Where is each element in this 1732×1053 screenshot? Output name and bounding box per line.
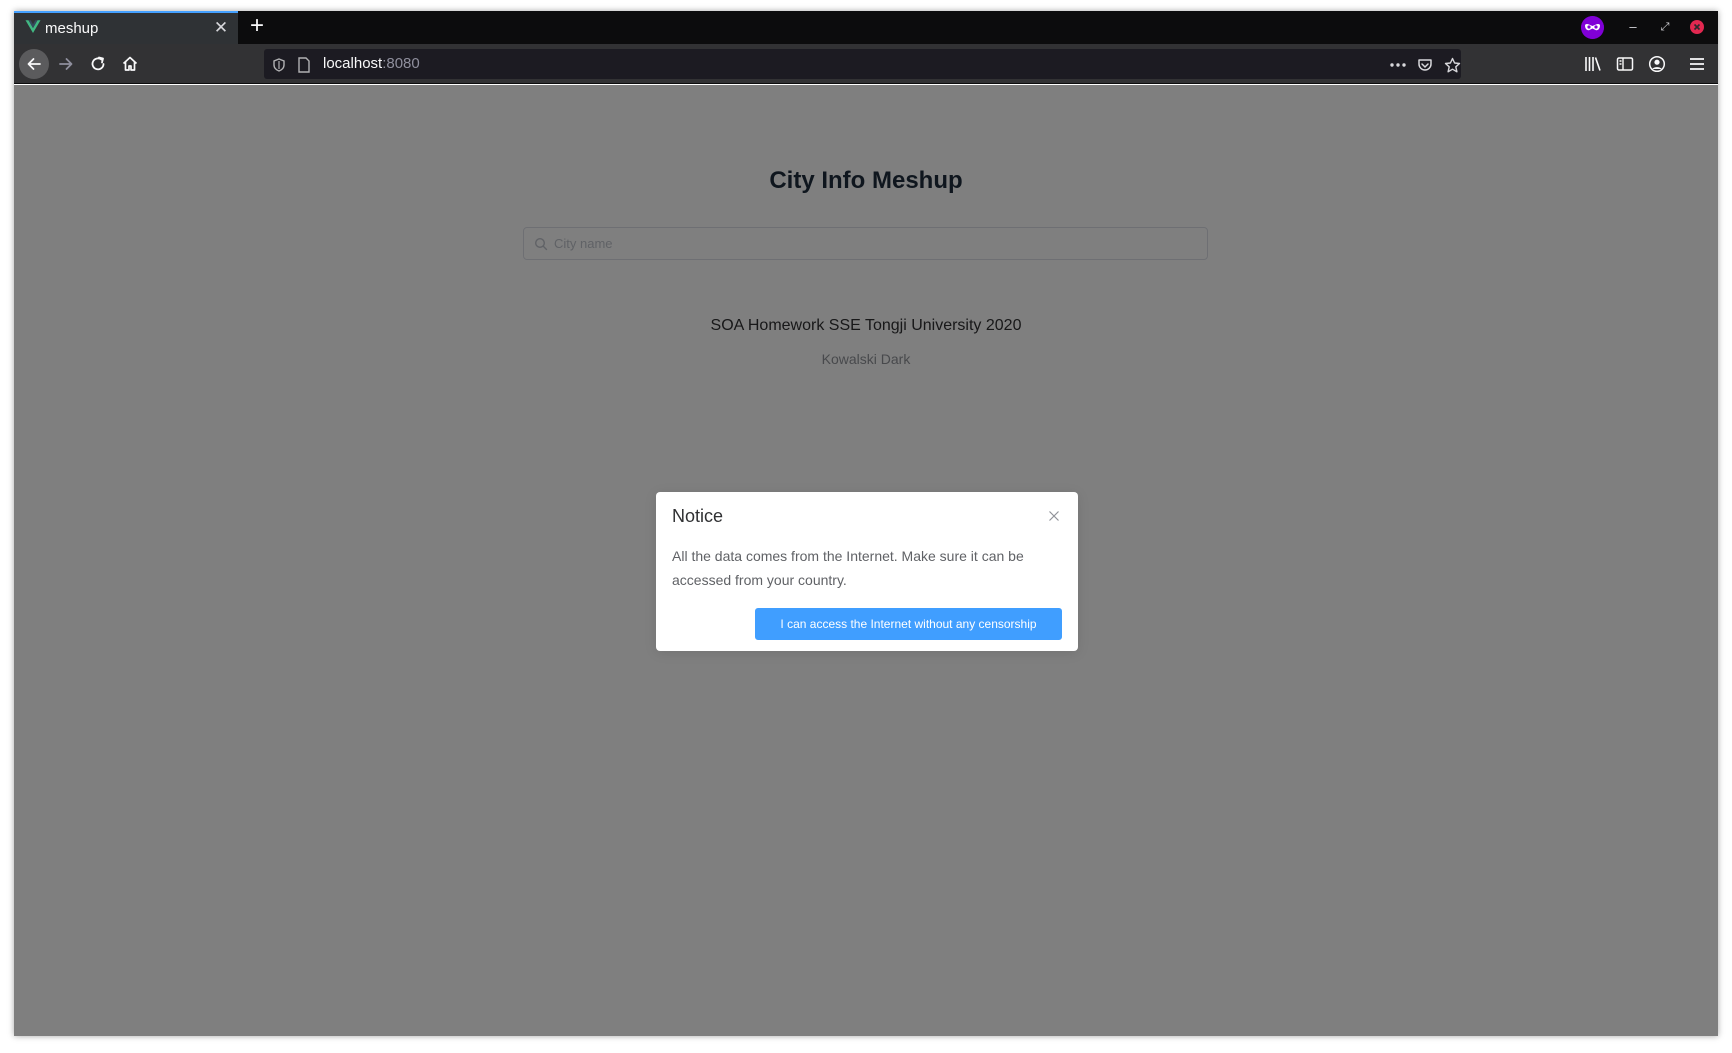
account-icon	[1648, 55, 1666, 73]
home-icon	[122, 56, 138, 71]
dialog-title: Notice	[672, 506, 724, 526]
library-button[interactable]	[1583, 54, 1603, 74]
account-button[interactable]	[1647, 54, 1667, 74]
arrow-left-icon	[27, 58, 41, 70]
tab-strip: meshup ✕ + – ⤢	[14, 11, 1718, 44]
private-browsing-icon	[1581, 16, 1604, 39]
confirm-button[interactable]: I can access the Internet without any ce…	[755, 608, 1062, 640]
close-icon	[1690, 20, 1704, 34]
dialog-close-button[interactable]	[1046, 508, 1062, 524]
browser-tab[interactable]: meshup ✕	[14, 11, 238, 44]
sidebar-button[interactable]	[1615, 54, 1635, 74]
url-host: localhost	[323, 55, 383, 72]
shield-icon	[273, 58, 285, 72]
navigation-toolbar: localhost:8080	[14, 44, 1718, 84]
close-icon	[1049, 511, 1059, 521]
home-button[interactable]	[115, 49, 145, 79]
modal-overlay[interactable]: Notice All the data comes from the Inter…	[14, 85, 1718, 1036]
pocket-button[interactable]	[1416, 56, 1434, 74]
url-bar[interactable]: localhost:8080	[264, 49, 1461, 79]
notice-dialog: Notice All the data comes from the Inter…	[656, 492, 1078, 651]
bookmark-button[interactable]	[1443, 56, 1461, 74]
forward-button[interactable]	[51, 49, 81, 79]
page-icon	[298, 57, 310, 73]
more-horizontal-icon	[1390, 63, 1406, 67]
back-button[interactable]	[19, 49, 49, 79]
vue-logo-icon	[25, 20, 41, 33]
browser-window: meshup ✕ + – ⤢ localhost:8080 City name …	[14, 11, 1718, 1036]
page-content: City Info Meshup SOA Homework SSE Tongji…	[14, 85, 1718, 1036]
library-icon	[1585, 57, 1601, 71]
pocket-icon	[1418, 59, 1432, 71]
sidebar-icon	[1616, 57, 1634, 71]
dialog-message: All the data comes from the Internet. Ma…	[672, 548, 1024, 588]
tracking-protection-icon[interactable]	[270, 56, 288, 74]
minimize-button[interactable]: –	[1623, 17, 1643, 37]
reload-icon	[91, 56, 105, 71]
star-icon	[1444, 57, 1460, 72]
url-port: :8080	[382, 55, 420, 72]
tab-close-icon[interactable]: ✕	[210, 17, 232, 39]
restore-button[interactable]: ⤢	[1655, 17, 1675, 37]
url-text[interactable]: localhost:8080	[323, 55, 420, 72]
new-tab-button[interactable]: +	[244, 14, 270, 40]
reload-button[interactable]	[83, 49, 113, 79]
hamburger-menu-icon	[1690, 58, 1704, 70]
arrow-right-icon	[59, 58, 73, 70]
page-info-icon[interactable]	[295, 56, 313, 74]
menu-button[interactable]	[1687, 54, 1707, 74]
window-close-button[interactable]	[1687, 17, 1707, 37]
page-actions-button[interactable]	[1389, 56, 1407, 74]
tab-title: meshup	[45, 20, 99, 37]
